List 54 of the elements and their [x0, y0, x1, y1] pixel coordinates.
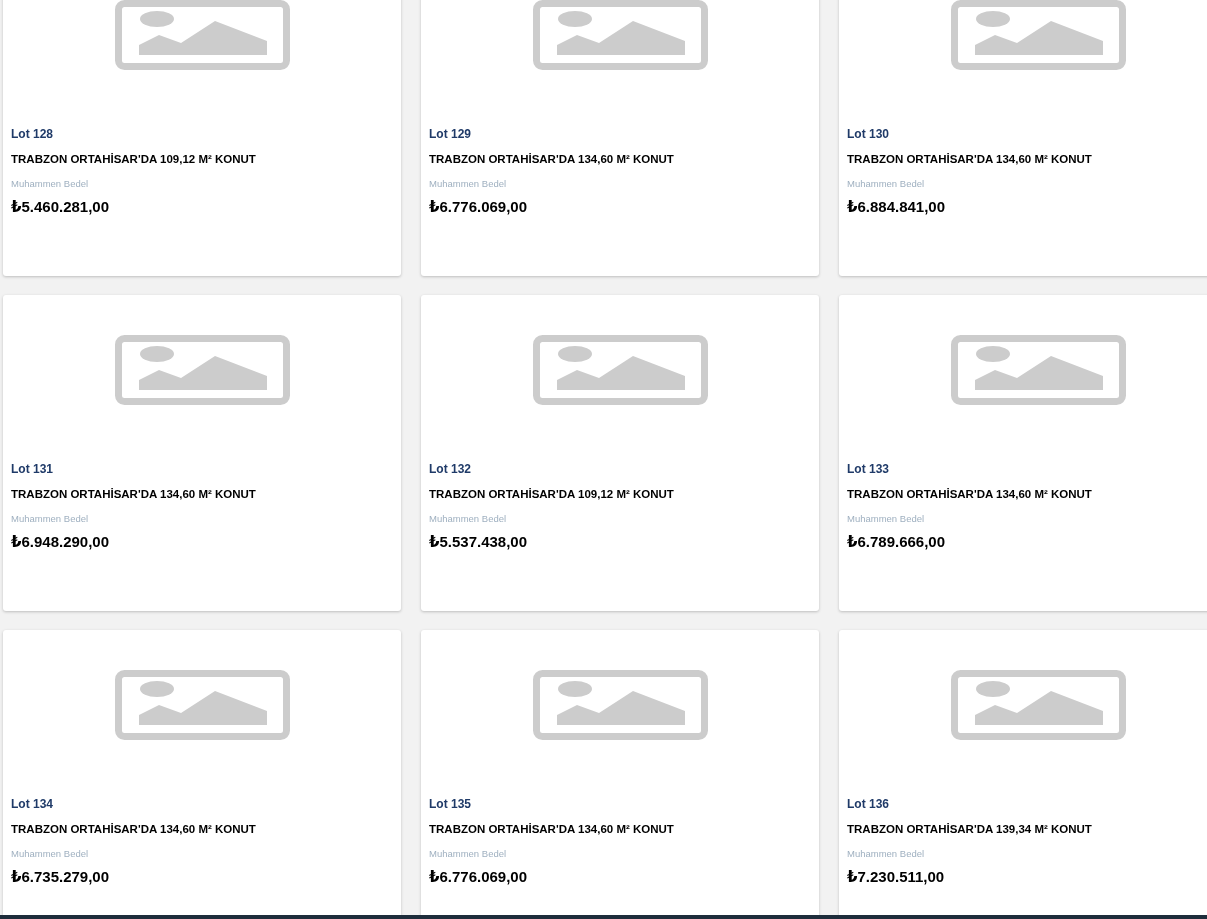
lot-card[interactable]: Lot 132 TRABZON ORTAHİSAR'DA 109,12 M² KONUT Muhammen Bedel ₺5.537.438,00 [421, 295, 819, 611]
lot-card[interactable]: Lot 135 TRABZON ORTAHİSAR'DA 134,60 M² KONUT Muhammen Bedel ₺6.776.069,00 [421, 630, 819, 915]
lot-number: Lot 129 [429, 127, 472, 141]
price-value: ₺6.776.069,00 [429, 198, 529, 216]
lot-title: TRABZON ORTAHİSAR'DA 134,60 M² KONUT [429, 152, 675, 166]
price-label: Muhammen Bedel [847, 513, 926, 525]
price-label: Muhammen Bedel [11, 513, 90, 525]
price-label: Muhammen Bedel [429, 178, 508, 190]
image-placeholder-icon [532, 0, 708, 70]
lot-number: Lot 135 [429, 797, 472, 811]
lot-card[interactable]: Lot 134 TRABZON ORTAHİSAR'DA 134,60 M² KONUT Muhammen Bedel ₺6.735.279,00 [3, 630, 401, 915]
lot-number: Lot 132 [429, 462, 472, 476]
price-label: Muhammen Bedel [11, 178, 90, 190]
image-placeholder-icon [114, 670, 290, 740]
lot-card[interactable]: Lot 128 TRABZON ORTAHİSAR'DA 109,12 M² KONUT Muhammen Bedel ₺5.460.281,00 [3, 0, 401, 276]
price-label: Muhammen Bedel [847, 178, 926, 190]
price-label: Muhammen Bedel [429, 848, 508, 860]
lot-number: Lot 130 [847, 127, 890, 141]
lot-card[interactable]: Lot 133 TRABZON ORTAHİSAR'DA 134,60 M² KONUT Muhammen Bedel ₺6.789.666,00 [839, 295, 1207, 611]
price-value: ₺6.948.290,00 [11, 533, 111, 551]
image-placeholder-icon [532, 335, 708, 405]
image-placeholder-icon [114, 0, 290, 70]
image-placeholder-icon [950, 0, 1126, 70]
price-value: ₺6.735.279,00 [11, 868, 111, 886]
lot-title: TRABZON ORTAHİSAR'DA 139,34 M² KONUT [847, 822, 1093, 836]
lot-number: Lot 133 [847, 462, 890, 476]
lot-number: Lot 134 [11, 797, 54, 811]
lot-number: Lot 128 [11, 127, 54, 141]
lot-title: TRABZON ORTAHİSAR'DA 134,60 M² KONUT [11, 822, 257, 836]
price-value: ₺6.884.841,00 [847, 198, 947, 216]
image-placeholder-icon [532, 670, 708, 740]
price-value: ₺7.230.511,00 [847, 868, 946, 886]
price-value: ₺6.776.069,00 [429, 868, 529, 886]
lot-title: TRABZON ORTAHİSAR'DA 109,12 M² KONUT [429, 487, 675, 501]
price-value: ₺5.537.438,00 [429, 533, 529, 551]
lot-title: TRABZON ORTAHİSAR'DA 134,60 M² KONUT [847, 487, 1093, 501]
lot-number: Lot 131 [11, 462, 54, 476]
lot-card[interactable]: Lot 130 TRABZON ORTAHİSAR'DA 134,60 M² KONUT Muhammen Bedel ₺6.884.841,00 [839, 0, 1207, 276]
image-placeholder-icon [950, 670, 1126, 740]
lot-card[interactable]: Lot 136 TRABZON ORTAHİSAR'DA 139,34 M² KONUT Muhammen Bedel ₺7.230.511,00 [839, 630, 1207, 915]
lot-title: TRABZON ORTAHİSAR'DA 109,12 M² KONUT [11, 152, 257, 166]
lot-title: TRABZON ORTAHİSAR'DA 134,60 M² KONUT [847, 152, 1093, 166]
price-label: Muhammen Bedel [11, 848, 90, 860]
image-placeholder-icon [950, 335, 1126, 405]
price-value: ₺5.460.281,00 [11, 198, 111, 216]
lot-number: Lot 136 [847, 797, 890, 811]
lot-card[interactable]: Lot 131 TRABZON ORTAHİSAR'DA 134,60 M² KONUT Muhammen Bedel ₺6.948.290,00 [3, 295, 401, 611]
image-placeholder-icon [114, 335, 290, 405]
price-label: Muhammen Bedel [429, 513, 508, 525]
lot-card[interactable]: Lot 129 TRABZON ORTAHİSAR'DA 134,60 M² KONUT Muhammen Bedel ₺6.776.069,00 [421, 0, 819, 276]
lot-title: TRABZON ORTAHİSAR'DA 134,60 M² KONUT [11, 487, 257, 501]
lot-title: TRABZON ORTAHİSAR'DA 134,60 M² KONUT [429, 822, 675, 836]
price-label: Muhammen Bedel [847, 848, 926, 860]
price-value: ₺6.789.666,00 [847, 533, 947, 551]
